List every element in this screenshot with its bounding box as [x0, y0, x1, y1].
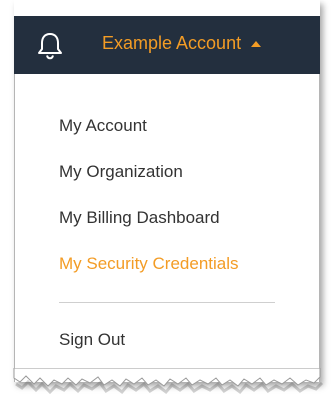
bell-icon[interactable] [36, 30, 64, 60]
menu-item-my-security-credentials[interactable]: My Security Credentials [59, 254, 239, 274]
menu-item-my-organization[interactable]: My Organization [59, 162, 183, 182]
account-name: Example Account [102, 33, 242, 53]
menu-item-my-account[interactable]: My Account [59, 116, 147, 136]
menu-item-sign-out[interactable]: Sign Out [59, 330, 125, 350]
account-menu-toggle[interactable]: Example Account [102, 33, 262, 54]
account-dropdown-menu: My Account My Organization My Billing Da… [14, 74, 320, 382]
caret-up-icon [251, 40, 262, 47]
torn-paper-edge [13, 368, 324, 395]
menu-item-my-billing-dashboard[interactable]: My Billing Dashboard [59, 208, 220, 228]
menu-divider [59, 302, 275, 303]
top-navigation-bar: Example Account [14, 16, 320, 74]
